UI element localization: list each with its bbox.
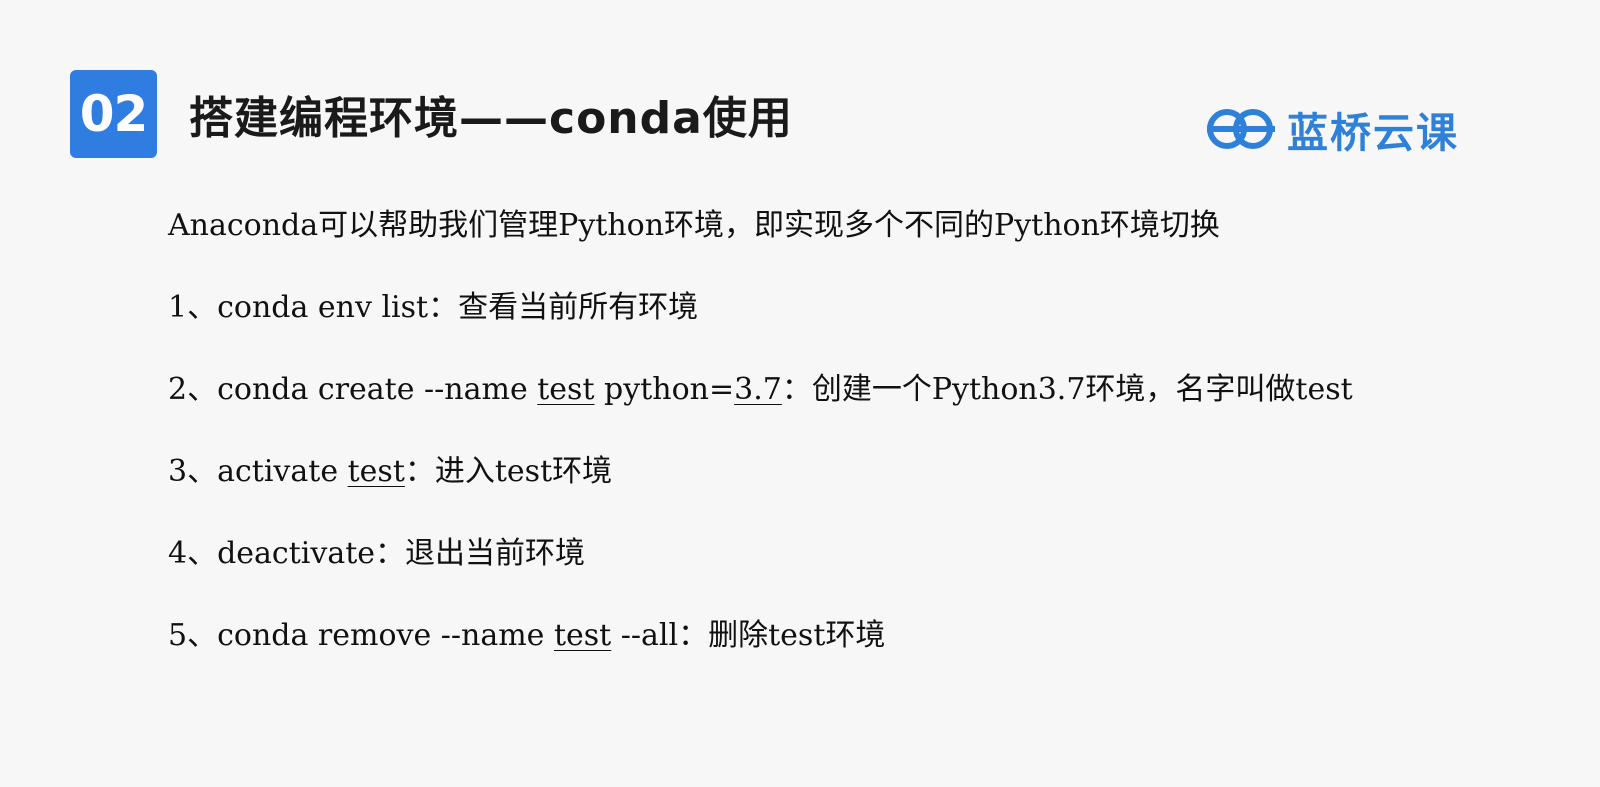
command-description: ：创建一个Python3.7环境，名字叫做test xyxy=(781,372,1353,407)
command-description: ：进入test环境 xyxy=(404,454,613,489)
lanqiao-logo-icon xyxy=(1207,109,1275,149)
intro-text: Anaconda可以帮助我们管理Python环境，即实现多个不同的Python环… xyxy=(168,208,1220,243)
command-create-item: 2、conda create --name test python=3.7：创建… xyxy=(168,370,1548,410)
command-activate-item: 3、activate test：进入test环境 xyxy=(168,452,1548,492)
underlined-env-name: test xyxy=(347,454,405,489)
underlined-env-name: test xyxy=(537,372,595,407)
brand-logo: 蓝桥云课 xyxy=(1205,103,1459,157)
command-deactivate-item: 4、deactivate：退出当前环境 xyxy=(168,536,586,571)
slide-header: 02 搭建编程环境——conda使用 xyxy=(70,69,793,159)
command-description: --all：删除test环境 xyxy=(611,618,886,653)
command-text: 2、conda create --name xyxy=(168,372,538,407)
section-number-badge: 02 xyxy=(70,70,157,158)
command-text: python= xyxy=(594,372,735,407)
underlined-env-name: test xyxy=(553,618,612,653)
underlined-version: 3.7 xyxy=(734,372,782,407)
slide: 02 搭建编程环境——conda使用 蓝桥云课 Anaconda可以帮助我们管理… xyxy=(0,0,1600,787)
command-list-item: 1、conda env list：查看当前所有环境 xyxy=(168,290,699,325)
command-remove-item: 5、conda remove --name test --all：删除test环… xyxy=(168,616,1548,656)
slide-title: 搭建编程环境——conda使用 xyxy=(189,93,793,144)
command-text: 3、activate xyxy=(168,454,348,489)
command-text: 5、conda remove --name xyxy=(168,618,554,653)
brand-name: 蓝桥云课 xyxy=(1287,109,1459,157)
slide-body: Anaconda可以帮助我们管理Python环境，即实现多个不同的Python环… xyxy=(168,206,1548,698)
